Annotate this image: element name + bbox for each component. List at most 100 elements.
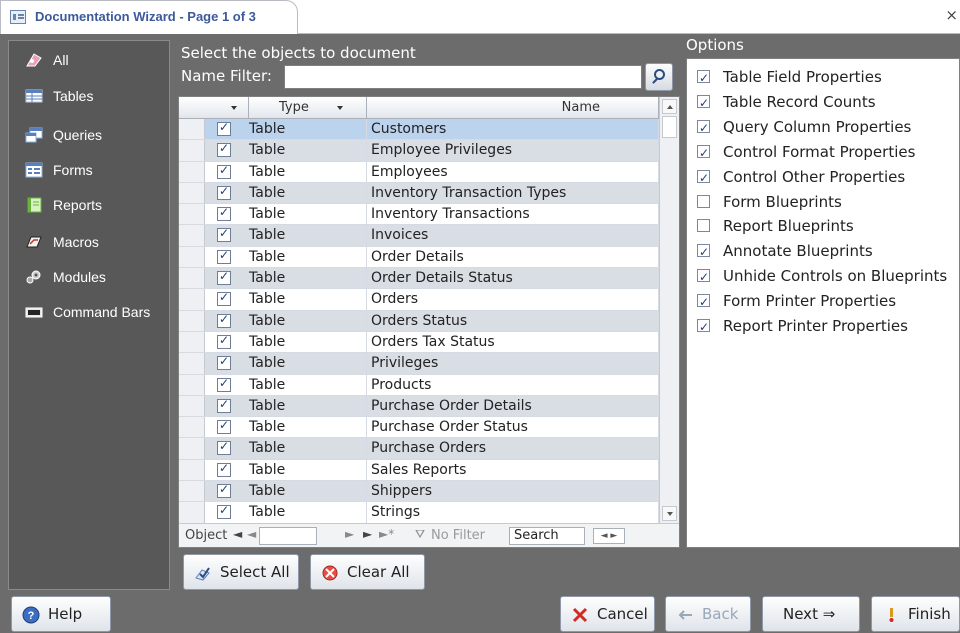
option-checkbox[interactable]: Form Printer Properties: [697, 289, 896, 314]
nav-item-reports[interactable]: Reports: [9, 190, 169, 220]
nav-item-queries[interactable]: Queries: [9, 120, 169, 150]
table-row[interactable]: TablePurchase Orders: [179, 438, 659, 460]
scroll-thumb[interactable]: [662, 116, 677, 138]
row-checkbox[interactable]: [217, 503, 231, 520]
last-record-icon[interactable]: ►: [363, 527, 372, 541]
table-row[interactable]: TableEmployee Privileges: [179, 140, 659, 162]
nav-item-command-bars[interactable]: Command Bars: [9, 297, 169, 327]
nav-item-tables[interactable]: Tables: [9, 81, 169, 111]
select-column-header[interactable]: [179, 97, 249, 119]
row-checkbox[interactable]: [217, 461, 231, 477]
record-selector[interactable]: [179, 331, 205, 353]
checkbox-box[interactable]: [697, 194, 710, 208]
table-row[interactable]: TablePrivileges: [179, 353, 659, 375]
table-row[interactable]: TableOrders Status: [179, 310, 659, 332]
nav-item-all[interactable]: All: [9, 45, 169, 75]
checkbox-box[interactable]: [697, 219, 710, 233]
row-checkbox[interactable]: [217, 482, 231, 499]
scroll-down-icon[interactable]: [662, 506, 677, 521]
nav-item-forms[interactable]: Forms: [9, 155, 169, 185]
filter-search-button[interactable]: [645, 63, 673, 91]
next-button[interactable]: Next ⇒: [762, 596, 860, 632]
record-selector[interactable]: [179, 182, 205, 204]
option-checkbox[interactable]: Report Printer Properties: [697, 314, 908, 339]
option-checkbox[interactable]: Control Format Properties: [697, 140, 915, 165]
row-checkbox[interactable]: [217, 269, 231, 286]
checkbox-box[interactable]: [697, 141, 710, 165]
row-checkbox[interactable]: [217, 312, 231, 328]
scroll-up-icon[interactable]: [662, 99, 677, 114]
row-checkbox[interactable]: [217, 418, 231, 435]
table-row[interactable]: TablePurchase Order Details: [179, 395, 659, 418]
nav-item-macros[interactable]: Macros: [9, 227, 169, 257]
record-selector[interactable]: [179, 481, 205, 502]
row-checkbox[interactable]: [217, 439, 231, 456]
vertical-scrollbar[interactable]: [659, 97, 679, 523]
record-selector[interactable]: [179, 310, 205, 331]
record-selector[interactable]: [179, 225, 205, 246]
checkbox-box[interactable]: [697, 240, 710, 264]
record-search-input[interactable]: Search: [509, 527, 585, 545]
record-number-input[interactable]: [259, 527, 317, 545]
help-button[interactable]: ? Help: [11, 596, 111, 632]
option-checkbox[interactable]: Query Column Properties: [697, 115, 911, 140]
row-checkbox[interactable]: [217, 248, 231, 264]
clear-all-button[interactable]: Clear All: [310, 554, 425, 590]
row-checkbox[interactable]: [217, 397, 231, 413]
table-row[interactable]: TableOrders: [179, 289, 659, 311]
record-selector[interactable]: [179, 395, 205, 417]
table-row[interactable]: TableEmployees: [179, 161, 659, 183]
row-checkbox[interactable]: [217, 290, 231, 307]
checkbox-box[interactable]: [697, 265, 710, 289]
checkbox-box[interactable]: [697, 290, 710, 314]
nav-item-modules[interactable]: Modules: [9, 262, 169, 292]
table-row[interactable]: TableInventory Transactions: [179, 204, 659, 226]
checkbox-box[interactable]: [697, 116, 710, 140]
table-row[interactable]: TableOrder Details Status: [179, 268, 659, 290]
option-checkbox[interactable]: Table Record Counts: [697, 90, 876, 115]
finish-button[interactable]: Finish: [871, 596, 960, 632]
checkbox-box[interactable]: [697, 91, 710, 115]
row-checkbox[interactable]: [217, 163, 231, 179]
row-checkbox[interactable]: [217, 184, 231, 200]
option-checkbox[interactable]: Unhide Controls on Blueprints: [697, 264, 947, 289]
record-selector[interactable]: [179, 417, 205, 438]
row-checkbox[interactable]: [217, 333, 231, 349]
option-checkbox[interactable]: Table Field Properties: [697, 65, 882, 90]
record-selector[interactable]: [179, 374, 205, 395]
option-checkbox[interactable]: Form Blueprints: [697, 190, 842, 214]
record-selector[interactable]: [179, 119, 205, 140]
select-all-button[interactable]: Select All: [183, 554, 299, 590]
cancel-button[interactable]: Cancel: [560, 596, 655, 632]
row-checkbox[interactable]: [217, 205, 231, 222]
no-filter-indicator[interactable]: No Filter: [431, 528, 485, 543]
row-checkbox[interactable]: [217, 376, 231, 392]
row-checkbox[interactable]: [217, 354, 231, 371]
record-selector[interactable]: [179, 268, 205, 289]
name-column-header[interactable]: Name: [367, 97, 659, 119]
table-row[interactable]: TableInvoices: [179, 225, 659, 247]
record-selector[interactable]: [179, 140, 205, 161]
option-checkbox[interactable]: Report Blueprints: [697, 214, 854, 238]
new-record-icon[interactable]: ►*: [379, 527, 394, 541]
row-checkbox[interactable]: [217, 141, 231, 158]
record-selector[interactable]: [179, 246, 205, 268]
record-selector[interactable]: [179, 459, 205, 481]
back-button[interactable]: Back: [665, 596, 751, 632]
record-selector[interactable]: [179, 161, 205, 182]
table-row[interactable]: TableOrders Tax Status: [179, 331, 659, 354]
checkbox-box[interactable]: [697, 166, 710, 190]
table-row[interactable]: TableOrder Details: [179, 246, 659, 269]
table-row[interactable]: TableProducts: [179, 374, 659, 396]
table-row[interactable]: TableCustomers: [179, 119, 659, 141]
record-selector[interactable]: [179, 289, 205, 310]
horizontal-scrollbar[interactable]: ◄ ►: [593, 528, 625, 544]
name-filter-input[interactable]: [284, 65, 642, 89]
option-checkbox[interactable]: Annotate Blueprints: [697, 239, 873, 264]
table-row[interactable]: TableStrings: [179, 502, 659, 524]
row-checkbox[interactable]: [217, 120, 231, 136]
record-selector[interactable]: [179, 204, 205, 225]
first-record-icon[interactable]: ◄: [233, 527, 242, 541]
checkbox-box[interactable]: [697, 66, 710, 90]
table-row[interactable]: TablePurchase Order Status: [179, 417, 659, 439]
